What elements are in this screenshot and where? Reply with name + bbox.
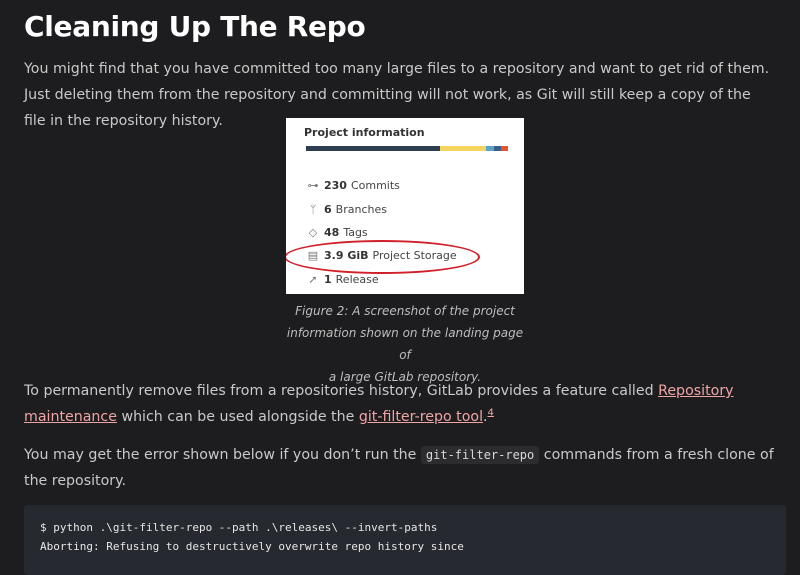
branch-icon: ᛘ	[309, 202, 317, 216]
commit-icon: ⊶	[307, 178, 319, 192]
figure-title: Project information	[304, 126, 425, 139]
code-block[interactable]: $ python .\git-filter-repo --path .\rele…	[24, 505, 786, 575]
language-bar	[306, 146, 508, 151]
commits-label: Commits	[350, 178, 400, 192]
releases-count: 1	[324, 272, 332, 286]
git-filter-repo-link[interactable]: git-filter-repo tool	[359, 409, 483, 425]
branches-count: 6	[324, 202, 332, 216]
branches-row: ᛘ 6 Branches	[306, 200, 387, 218]
footnote-link[interactable]: 4	[488, 407, 494, 418]
bar-segment	[486, 146, 494, 151]
tag-icon: ◇	[308, 225, 318, 239]
bar-segment	[440, 146, 486, 151]
bar-segment	[494, 146, 501, 151]
project-info-screenshot: Project information ⊶ 230 Commits ᛘ 6 Br…	[286, 118, 524, 294]
tags-label: Tags	[343, 225, 368, 239]
releases-label: Release	[335, 272, 379, 286]
figure-caption: Figure 2: A screenshot of the project in…	[286, 300, 524, 388]
caption-line: Figure 2: A screenshot of the project	[295, 304, 515, 318]
highlight-oval	[286, 240, 480, 274]
bar-segment	[306, 146, 440, 151]
commits-row: ⊶ 230 Commits	[306, 176, 400, 194]
tags-row: ◇ 48 Tags	[306, 223, 368, 241]
commits-count: 230	[324, 178, 347, 192]
branches-label: Branches	[335, 202, 387, 216]
release-icon: ➚	[308, 272, 318, 286]
code-line: $ python .\git-filter-repo --path .\rele…	[40, 521, 438, 534]
error-paragraph: You may get the error shown below if you…	[24, 442, 776, 494]
page-title: Cleaning Up The Repo	[24, 10, 366, 43]
bar-segment	[501, 146, 508, 151]
text: You may get the error shown below if you…	[24, 447, 421, 463]
tags-count: 48	[324, 225, 340, 239]
inline-code: git-filter-repo	[420, 446, 540, 464]
text: To permanently remove files from a repos…	[24, 383, 659, 399]
maintenance-paragraph: To permanently remove files from a repos…	[24, 378, 776, 430]
text: which can be used alongside the	[116, 409, 359, 425]
code-line: Aborting: Refusing to destructively over…	[40, 540, 464, 553]
caption-line: information shown on the landing page of	[286, 326, 524, 362]
